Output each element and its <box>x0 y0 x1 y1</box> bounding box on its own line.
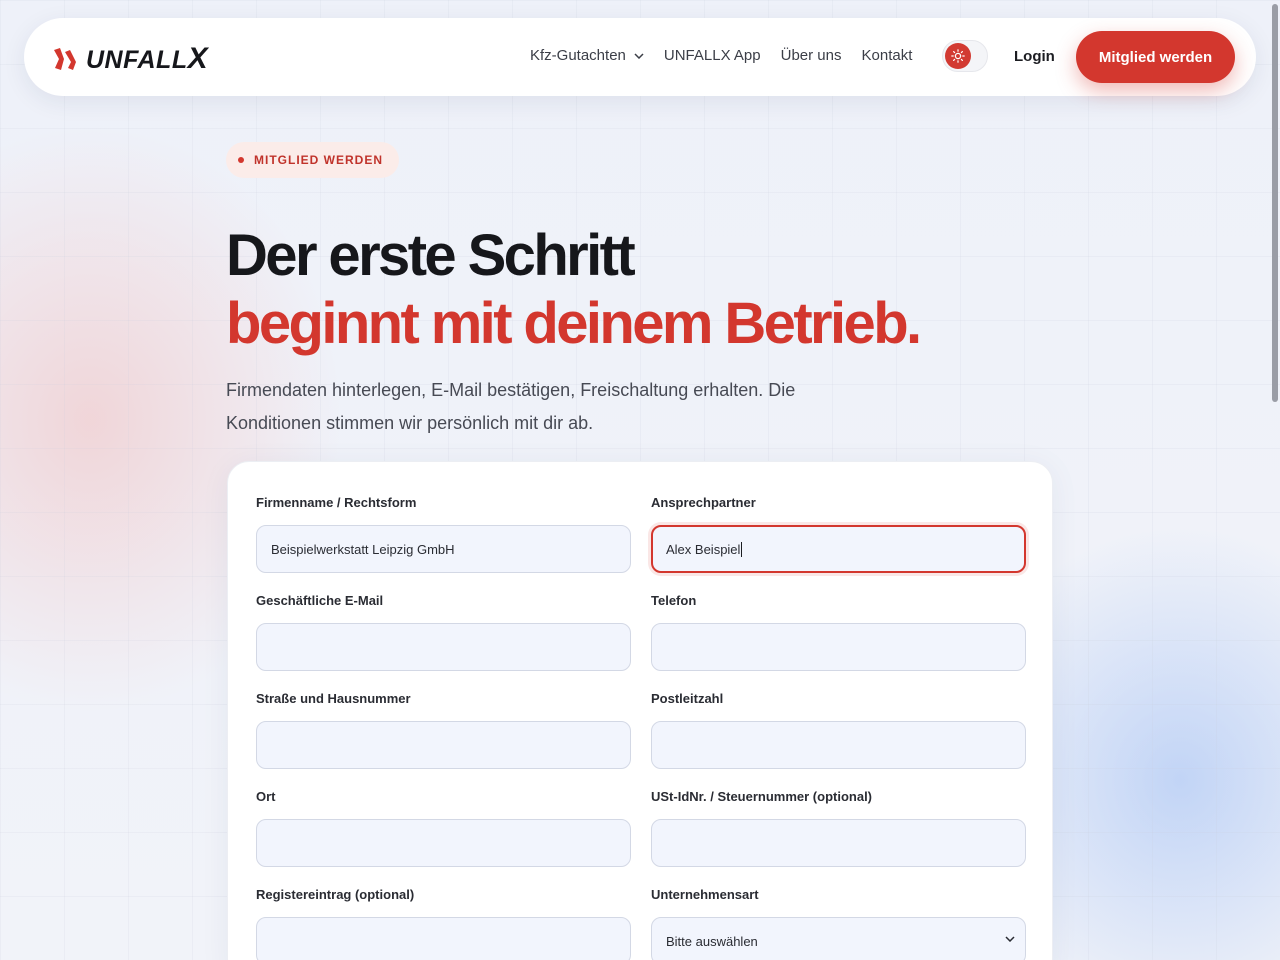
badge-dot <box>238 157 244 163</box>
contact-person-input[interactable]: Alex Beispiel <box>651 525 1026 573</box>
field-register: Registereintrag (optional) <box>256 887 631 960</box>
nav-link-kfz-gutachten[interactable]: Kfz-Gutachten <box>530 47 644 64</box>
field-label: Unternehmensart <box>651 887 759 902</box>
headline-line-1: Der erste Schritt <box>226 223 636 288</box>
field-street: Straße und Hausnummer <box>256 691 631 769</box>
company-name-input[interactable]: Beispielwerkstatt Leipzig GmbH <box>256 525 631 573</box>
headline-line-2: beginnt mit deinem Betrieb. <box>226 291 922 356</box>
sun-icon <box>951 49 965 63</box>
chevron-down-icon <box>634 52 644 59</box>
logo-mark-icon <box>54 48 76 70</box>
page-headline: Der erste Schritt beginnt mit deinem Bet… <box>226 222 922 358</box>
theme-toggle[interactable] <box>942 40 988 72</box>
field-label: Postleitzahl <box>651 691 724 706</box>
register-entry-input[interactable] <box>256 917 631 960</box>
text-caret <box>741 541 743 557</box>
street-input[interactable] <box>256 721 631 769</box>
field-label: Telefon <box>651 593 697 608</box>
field-label: Firmenname / Rechtsform <box>256 495 417 510</box>
phone-input[interactable] <box>651 623 1026 671</box>
field-contact-person: Ansprechpartner Alex Beispiel <box>651 495 1026 573</box>
tax-id-input[interactable] <box>651 819 1026 867</box>
nav-link-ueber-uns[interactable]: Über uns <box>781 47 842 64</box>
company-type-select[interactable]: Bitte auswählen <box>651 917 1026 960</box>
registration-form: Firmenname / Rechtsform Beispielwerkstat… <box>227 461 1053 960</box>
field-label: Registereintrag (optional) <box>256 887 415 902</box>
toggle-knob <box>945 43 971 69</box>
join-button[interactable]: Mitglied werden <box>1076 31 1235 83</box>
field-label: Straße und Hausnummer <box>256 691 411 706</box>
field-email: Geschäftliche E-Mail <box>256 593 631 671</box>
email-input[interactable] <box>256 623 631 671</box>
field-label: Ort <box>256 789 276 804</box>
nav-link-unfallx-app[interactable]: UNFALLX App <box>664 47 761 64</box>
login-link[interactable]: Login <box>1014 48 1055 65</box>
field-company: Firmenname / Rechtsform Beispielwerkstat… <box>256 495 631 573</box>
field-label: Ansprechpartner <box>651 495 756 510</box>
city-input[interactable] <box>256 819 631 867</box>
nav-link-kontakt[interactable]: Kontakt <box>862 47 913 64</box>
field-tax-id: USt-IdNr. / Steuernummer (optional) <box>651 789 1026 867</box>
field-phone: Telefon <box>651 593 1026 671</box>
brand-name: UNFALLX <box>86 42 209 75</box>
chevron-down-icon <box>1005 936 1015 942</box>
field-label: Geschäftliche E-Mail <box>256 593 384 608</box>
brand-logo[interactable]: UNFALLX <box>52 42 208 76</box>
field-postal-code: Postleitzahl <box>651 691 1026 769</box>
nav-links: Kfz-Gutachten UNFALLX App Über uns Konta… <box>530 47 932 64</box>
badge-label: MITGLIED WERDEN <box>254 153 383 167</box>
lead-text: Firmendaten hinterlegen, E-Mail bestätig… <box>226 380 796 433</box>
postal-code-input[interactable] <box>651 721 1026 769</box>
field-label: USt-IdNr. / Steuernummer (optional) <box>651 789 873 804</box>
top-navigation: UNFALLX Kfz-Gutachten UNFALLX App Über u… <box>24 18 1256 96</box>
page-scrollbar[interactable] <box>1272 4 1278 402</box>
section-badge: MITGLIED WERDEN <box>226 142 399 178</box>
field-company-type: Unternehmensart Bitte auswählen <box>651 887 1026 960</box>
field-city: Ort <box>256 789 631 867</box>
